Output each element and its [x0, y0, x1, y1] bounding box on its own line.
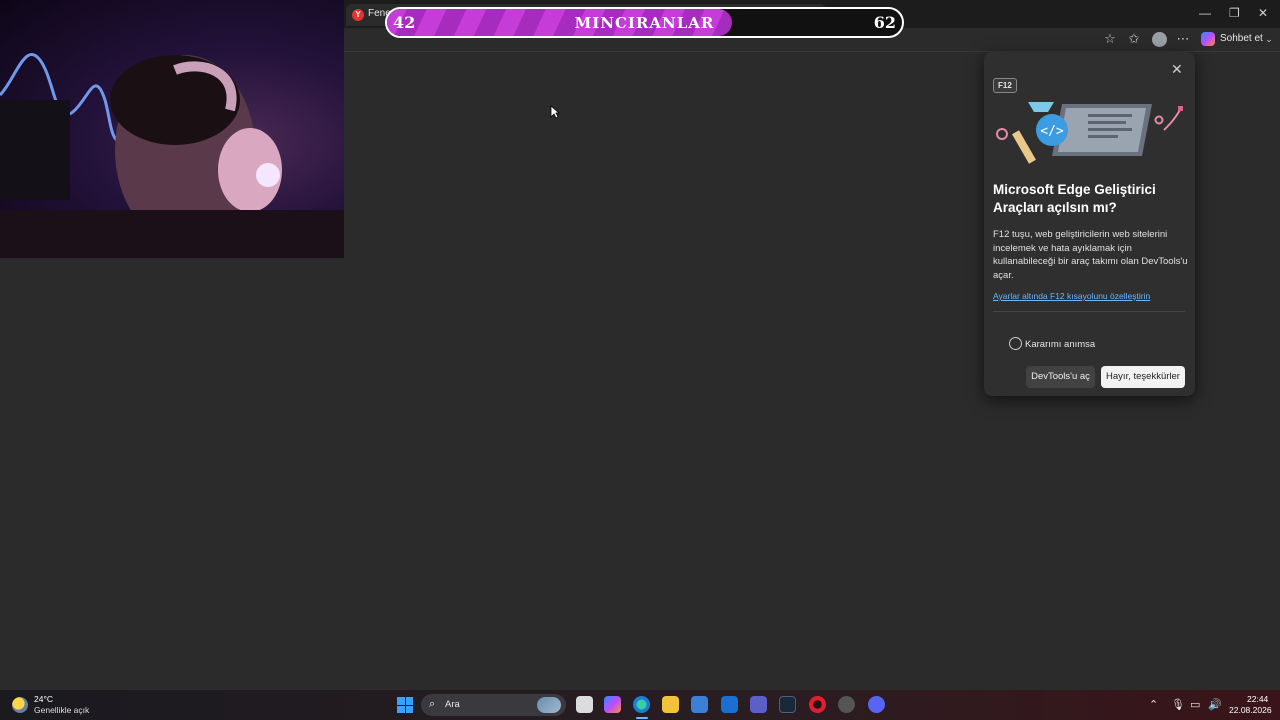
clock-time[interactable]: 22:44: [1247, 694, 1268, 704]
weather-temperature[interactable]: 24°C: [34, 694, 53, 704]
copilot-icon[interactable]: [1201, 32, 1215, 46]
chat-button-label[interactable]: Sohbet et: [1220, 33, 1263, 44]
start-button[interactable]: [397, 697, 413, 713]
more-menu-icon[interactable]: ⋯: [1176, 32, 1190, 46]
edge-browser-icon[interactable]: [633, 696, 650, 713]
profile-avatar[interactable]: [1152, 32, 1167, 47]
weather-description[interactable]: Genellikle açık: [34, 705, 89, 715]
dialog-description: F12 tuşu, web geliştiricilerin web sitel…: [993, 229, 1188, 281]
clock-date[interactable]: 22.08.2026: [1229, 705, 1272, 715]
remember-decision-label[interactable]: Kararımı anımsa: [1025, 339, 1095, 350]
microphone-icon[interactable]: 🎙: [1171, 698, 1185, 711]
minimize-icon[interactable]: —: [1199, 6, 1211, 20]
dialog-close-icon[interactable]: ✕: [1171, 61, 1183, 78]
task-view-icon[interactable]: [576, 696, 593, 713]
outlook-icon[interactable]: [721, 696, 738, 713]
mouse-cursor-icon: [550, 105, 560, 119]
team-name: MINCIRANLAR: [574, 14, 715, 32]
webcam-image: [0, 53, 344, 258]
opera-gx-icon[interactable]: [809, 696, 826, 713]
file-explorer-icon[interactable]: [662, 696, 679, 713]
score-right: 62: [873, 13, 896, 32]
taskbar-search[interactable]: ⌕ Ara: [421, 694, 566, 716]
svg-text:</>: </>: [1040, 124, 1064, 139]
microsoft-store-icon[interactable]: [691, 696, 708, 713]
dialog-title: Microsoft Edge Geliştirici Araçları açıl…: [993, 182, 1156, 215]
remember-decision-radio[interactable]: [1009, 337, 1022, 350]
restore-icon[interactable]: ❐: [1229, 6, 1240, 20]
devtools-prompt-dialog: ✕ F12 </> Microsoft Edge Geliştirici Ara…: [984, 52, 1195, 396]
favorites-icon[interactable]: ✩: [1127, 32, 1141, 46]
app-icon[interactable]: [838, 696, 855, 713]
steam-icon[interactable]: [779, 696, 796, 713]
favorite-star-icon[interactable]: ☆: [1103, 32, 1117, 46]
open-devtools-button[interactable]: DevTools'u aç: [1026, 366, 1095, 388]
search-highlight-icon: [537, 697, 561, 713]
search-placeholder: Ara: [445, 699, 460, 710]
devtools-illustration: </>: [996, 102, 1183, 164]
score-left: 42: [393, 13, 416, 32]
close-window-icon[interactable]: ✕: [1258, 6, 1268, 20]
search-icon: ⌕: [429, 698, 436, 710]
decline-button[interactable]: Hayır, teşekkürler: [1101, 366, 1185, 388]
dialog-divider: [993, 311, 1185, 312]
weather-icon[interactable]: [12, 697, 28, 713]
desktop: Y Fenerl ✕ + — ❐ ✕ ☆ ✩ ⋯ Sohbet et ⌄ MIN…: [0, 0, 1280, 720]
webcam-feed: [0, 0, 344, 258]
score-overlay: MINCIRANLAR 42 62: [385, 7, 904, 38]
copilot-app-icon[interactable]: [604, 696, 621, 713]
network-icon[interactable]: ▭: [1190, 698, 1200, 711]
customize-f12-link[interactable]: Ayarlar altında F12 kısayolunu özelleşti…: [993, 291, 1150, 301]
tab-favicon-icon: Y: [352, 9, 364, 21]
chevron-down-icon[interactable]: ⌄: [1262, 32, 1276, 46]
volume-icon[interactable]: 🔊: [1208, 698, 1222, 711]
active-app-indicator: [636, 717, 648, 719]
discord-icon[interactable]: [868, 696, 885, 713]
teams-icon[interactable]: [750, 696, 767, 713]
taskbar: 24°C Genellikle açık ⌕ Ara ⌃ 🎙 ▭ 🔊 22:44…: [0, 690, 1280, 720]
tray-overflow-chevron-icon[interactable]: ⌃: [1149, 698, 1158, 711]
f12-key-badge: F12: [993, 78, 1017, 93]
